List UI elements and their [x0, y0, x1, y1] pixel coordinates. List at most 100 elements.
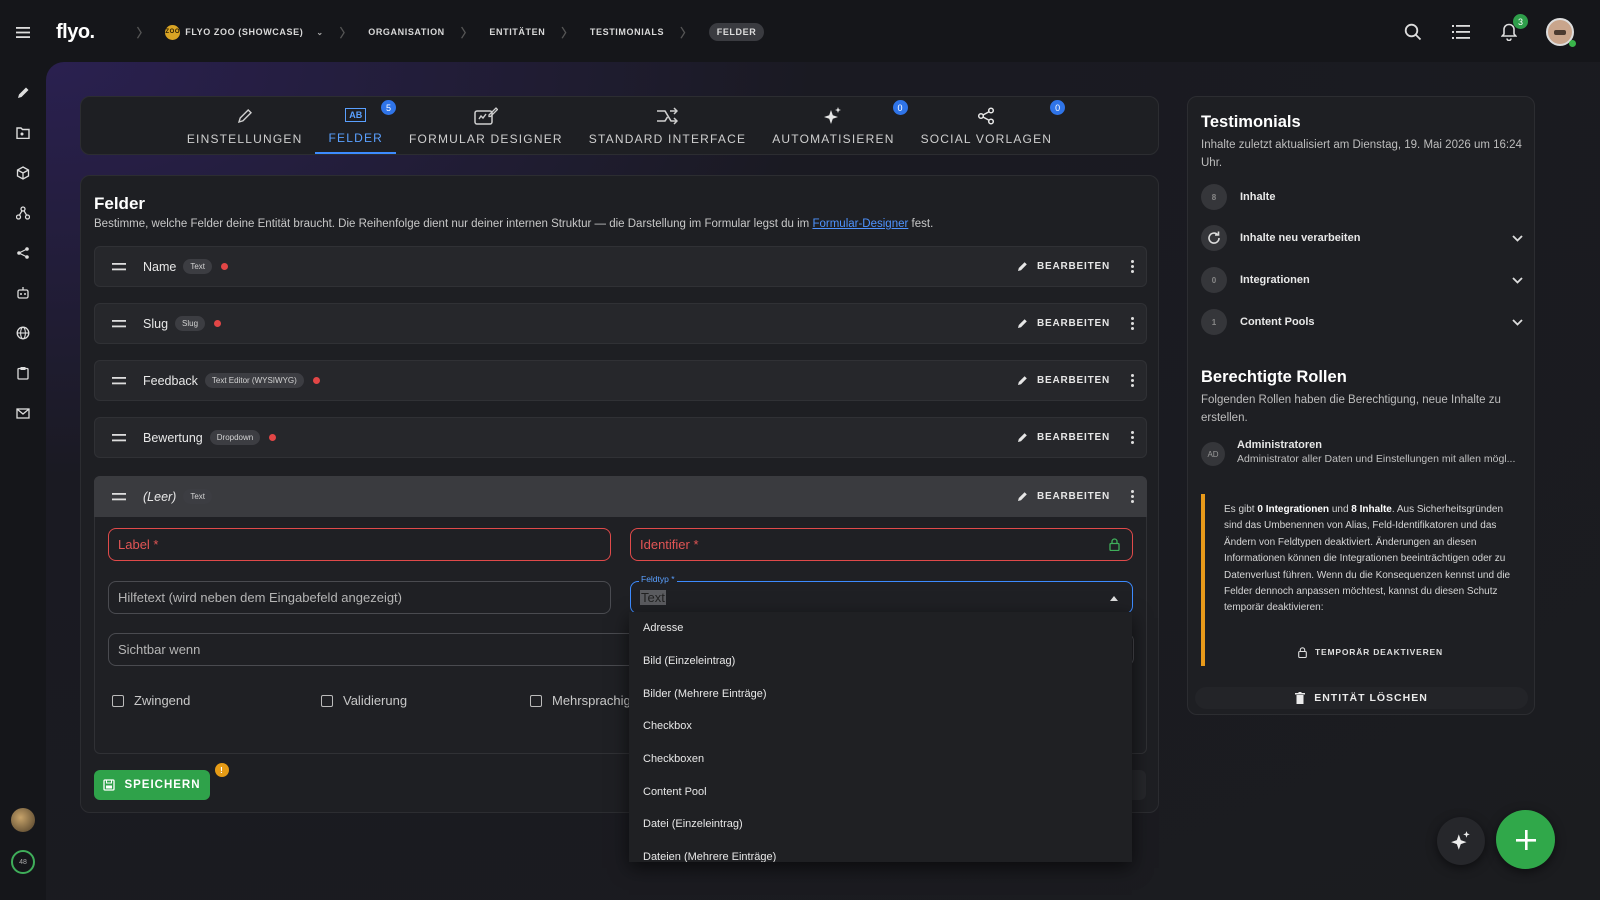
save-button[interactable]: SPEICHERN ! — [94, 763, 229, 800]
checkbox-zwingend[interactable]: Zwingend — [112, 693, 190, 708]
stat-integrationen[interactable]: 0 Integrationen — [1201, 267, 1523, 293]
rail-globe-icon[interactable] — [0, 313, 46, 353]
field-row[interactable]: Name Text BEARBEITEN — [94, 246, 1147, 287]
field-row[interactable]: Slug Slug BEARBEITEN — [94, 303, 1147, 344]
left-rail: 48 — [0, 64, 46, 900]
tab-label: EINSTELLUNGEN — [186, 131, 303, 146]
breadcrumb-entitaeten[interactable]: ENTITÄTEN — [489, 27, 545, 37]
fields-title: Felder — [94, 194, 146, 213]
fieldtype-select[interactable]: Feldtyp * Text — [630, 574, 1133, 614]
fieldtype-value: Text — [640, 590, 666, 605]
formular-designer-link[interactable]: Formular-Designer — [812, 218, 908, 230]
hamburger-menu-icon[interactable] — [0, 0, 46, 64]
identifier-field[interactable]: Identifier * — [630, 528, 1133, 561]
add-button[interactable] — [1496, 810, 1555, 869]
stat-reprocess[interactable]: Inhalte neu verarbeiten — [1201, 225, 1523, 251]
field-type-chip: Text — [183, 489, 213, 504]
tab-formular-designer[interactable]: FORMULAR DESIGNER — [396, 97, 576, 154]
checkbox-box[interactable] — [530, 694, 542, 707]
checkbox-label: Validierung — [343, 693, 408, 708]
drag-handle-icon[interactable] — [95, 376, 143, 385]
more-options-icon[interactable] — [1130, 374, 1134, 387]
rail-clipboard-icon[interactable] — [0, 353, 46, 393]
breadcrumb-testimonials[interactable]: TESTIMONIALS — [590, 27, 664, 37]
dropdown-option[interactable]: Checkbox — [629, 710, 1132, 743]
tab-felder[interactable]: AB FELDER 5 — [315, 97, 397, 154]
edit-button[interactable]: BEARBEITEN — [1017, 375, 1110, 386]
dropdown-option[interactable]: Bilder (Mehrere Einträge) — [629, 677, 1132, 710]
task-list-icon[interactable] — [1450, 21, 1472, 43]
dropdown-option[interactable]: Dateien (Mehrere Einträge) — [629, 841, 1132, 862]
breadcrumb-workspace[interactable]: ZOO FLYO ZOO (SHOWCASE) ⌄ — [165, 24, 324, 40]
breadcrumb-separator-icon: 〉 — [136, 25, 150, 40]
workspace-label: FLYO ZOO (SHOWCASE) — [185, 27, 304, 37]
edit-button[interactable]: BEARBEITEN — [1017, 261, 1110, 272]
checkbox-box[interactable] — [112, 694, 124, 707]
field-name: Bewertung — [143, 430, 203, 445]
checkbox-validierung[interactable]: Validierung — [321, 693, 407, 708]
more-options-icon[interactable] — [1130, 490, 1134, 503]
drag-handle-icon[interactable] — [95, 492, 143, 501]
count-badge: 8 — [1201, 184, 1227, 210]
rail-edit-icon[interactable] — [0, 73, 46, 113]
helptext-field[interactable]: Hilfetext (wird neben dem Eingabefeld an… — [108, 581, 611, 614]
checkbox-label: Zwingend — [134, 693, 191, 708]
ai-assistant-button[interactable] — [1437, 817, 1485, 865]
disable-protection-label: TEMPORÄR DEAKTIVEREN — [1315, 647, 1443, 657]
more-options-icon[interactable] — [1130, 260, 1134, 273]
stat-inhalte[interactable]: 8 Inhalte — [1201, 184, 1523, 210]
dropdown-option[interactable]: Content Pool — [629, 775, 1132, 808]
pencil-icon — [1017, 492, 1027, 501]
notifications-bell-icon[interactable]: 3 — [1498, 14, 1528, 43]
rail-cube-icon[interactable] — [0, 153, 46, 193]
label-field[interactable]: Label * — [108, 528, 611, 561]
rail-robot-icon[interactable] — [0, 273, 46, 313]
tab-standard-interface[interactable]: STANDARD INTERFACE — [576, 97, 759, 154]
dropdown-option[interactable]: Checkboxen — [629, 743, 1132, 776]
app-logo[interactable]: flyo. — [56, 21, 95, 44]
dropdown-option[interactable]: Adresse — [629, 612, 1132, 645]
dropdown-option[interactable]: Datei (Einzeleintrag) — [629, 808, 1132, 841]
drag-handle-icon[interactable] — [95, 319, 143, 328]
tab-einstellungen[interactable]: EINSTELLUNGEN — [174, 97, 316, 154]
stat-content-pools[interactable]: 1 Content Pools — [1201, 309, 1523, 335]
role-item[interactable]: AD Administratoren Administrator aller D… — [1201, 439, 1526, 466]
tab-count-badge: 0 — [1050, 100, 1066, 115]
rail-media-folder-icon[interactable] — [0, 113, 46, 153]
dropdown-option[interactable]: Bild (Einzeleintrag) — [629, 645, 1132, 678]
drag-handle-icon[interactable] — [95, 262, 143, 271]
field-row[interactable]: Feedback Text Editor (WYSIWYG) BEARBEITE… — [94, 360, 1147, 401]
rail-mail-icon[interactable] — [0, 393, 46, 433]
helptext-placeholder: Hilfetext (wird neben dem Eingabefeld an… — [118, 590, 403, 605]
drag-handle-icon[interactable] — [95, 433, 143, 442]
visible-when-placeholder: Sichtbar wenn — [118, 642, 201, 657]
breadcrumb-organisation[interactable]: ORGANISATION — [368, 27, 445, 37]
chevron-down-icon: ⌄ — [316, 27, 324, 37]
chevron-down-icon[interactable] — [1512, 234, 1523, 242]
disable-protection-button[interactable]: TEMPORÄR DEAKTIVEREN — [1205, 644, 1536, 660]
tab-label: SOCIAL VORLAGEN — [920, 131, 1053, 146]
quota-progress-indicator[interactable]: 48 — [11, 850, 35, 874]
tab-automatisieren[interactable]: AUTOMATISIEREN 0 — [759, 97, 908, 154]
organisation-avatar[interactable] — [11, 808, 35, 832]
field-row-expanded[interactable]: (Leer) Text BEARBEITEN — [94, 476, 1147, 517]
rail-hierarchy-icon[interactable] — [0, 193, 46, 233]
edit-button[interactable]: BEARBEITEN — [1017, 318, 1110, 329]
checkbox-mehrsprachig[interactable]: Mehrsprachig — [530, 693, 631, 708]
chevron-down-icon[interactable] — [1512, 276, 1523, 284]
tab-label: AUTOMATISIEREN — [772, 131, 895, 146]
edit-button[interactable]: BEARBEITEN — [1017, 491, 1110, 502]
more-options-icon[interactable] — [1130, 317, 1134, 330]
field-row[interactable]: Bewertung Dropdown BEARBEITEN — [94, 417, 1147, 458]
edit-button[interactable]: BEARBEITEN — [1017, 432, 1110, 443]
tab-social-vorlagen[interactable]: SOCIAL VORLAGEN 0 — [908, 97, 1066, 154]
entity-tabs: EINSTELLUNGEN AB FELDER 5 FORMULAR DESIG… — [80, 96, 1159, 155]
checkbox-box[interactable] — [321, 694, 333, 707]
delete-entity-button[interactable]: ENTITÄT LÖSCHEN — [1195, 687, 1528, 709]
rail-share-icon[interactable] — [0, 233, 46, 273]
chevron-down-icon[interactable] — [1512, 318, 1523, 326]
field-name: Feedback — [143, 373, 198, 388]
more-options-icon[interactable] — [1130, 431, 1134, 444]
required-indicator — [214, 320, 222, 327]
search-icon[interactable] — [1402, 21, 1424, 43]
